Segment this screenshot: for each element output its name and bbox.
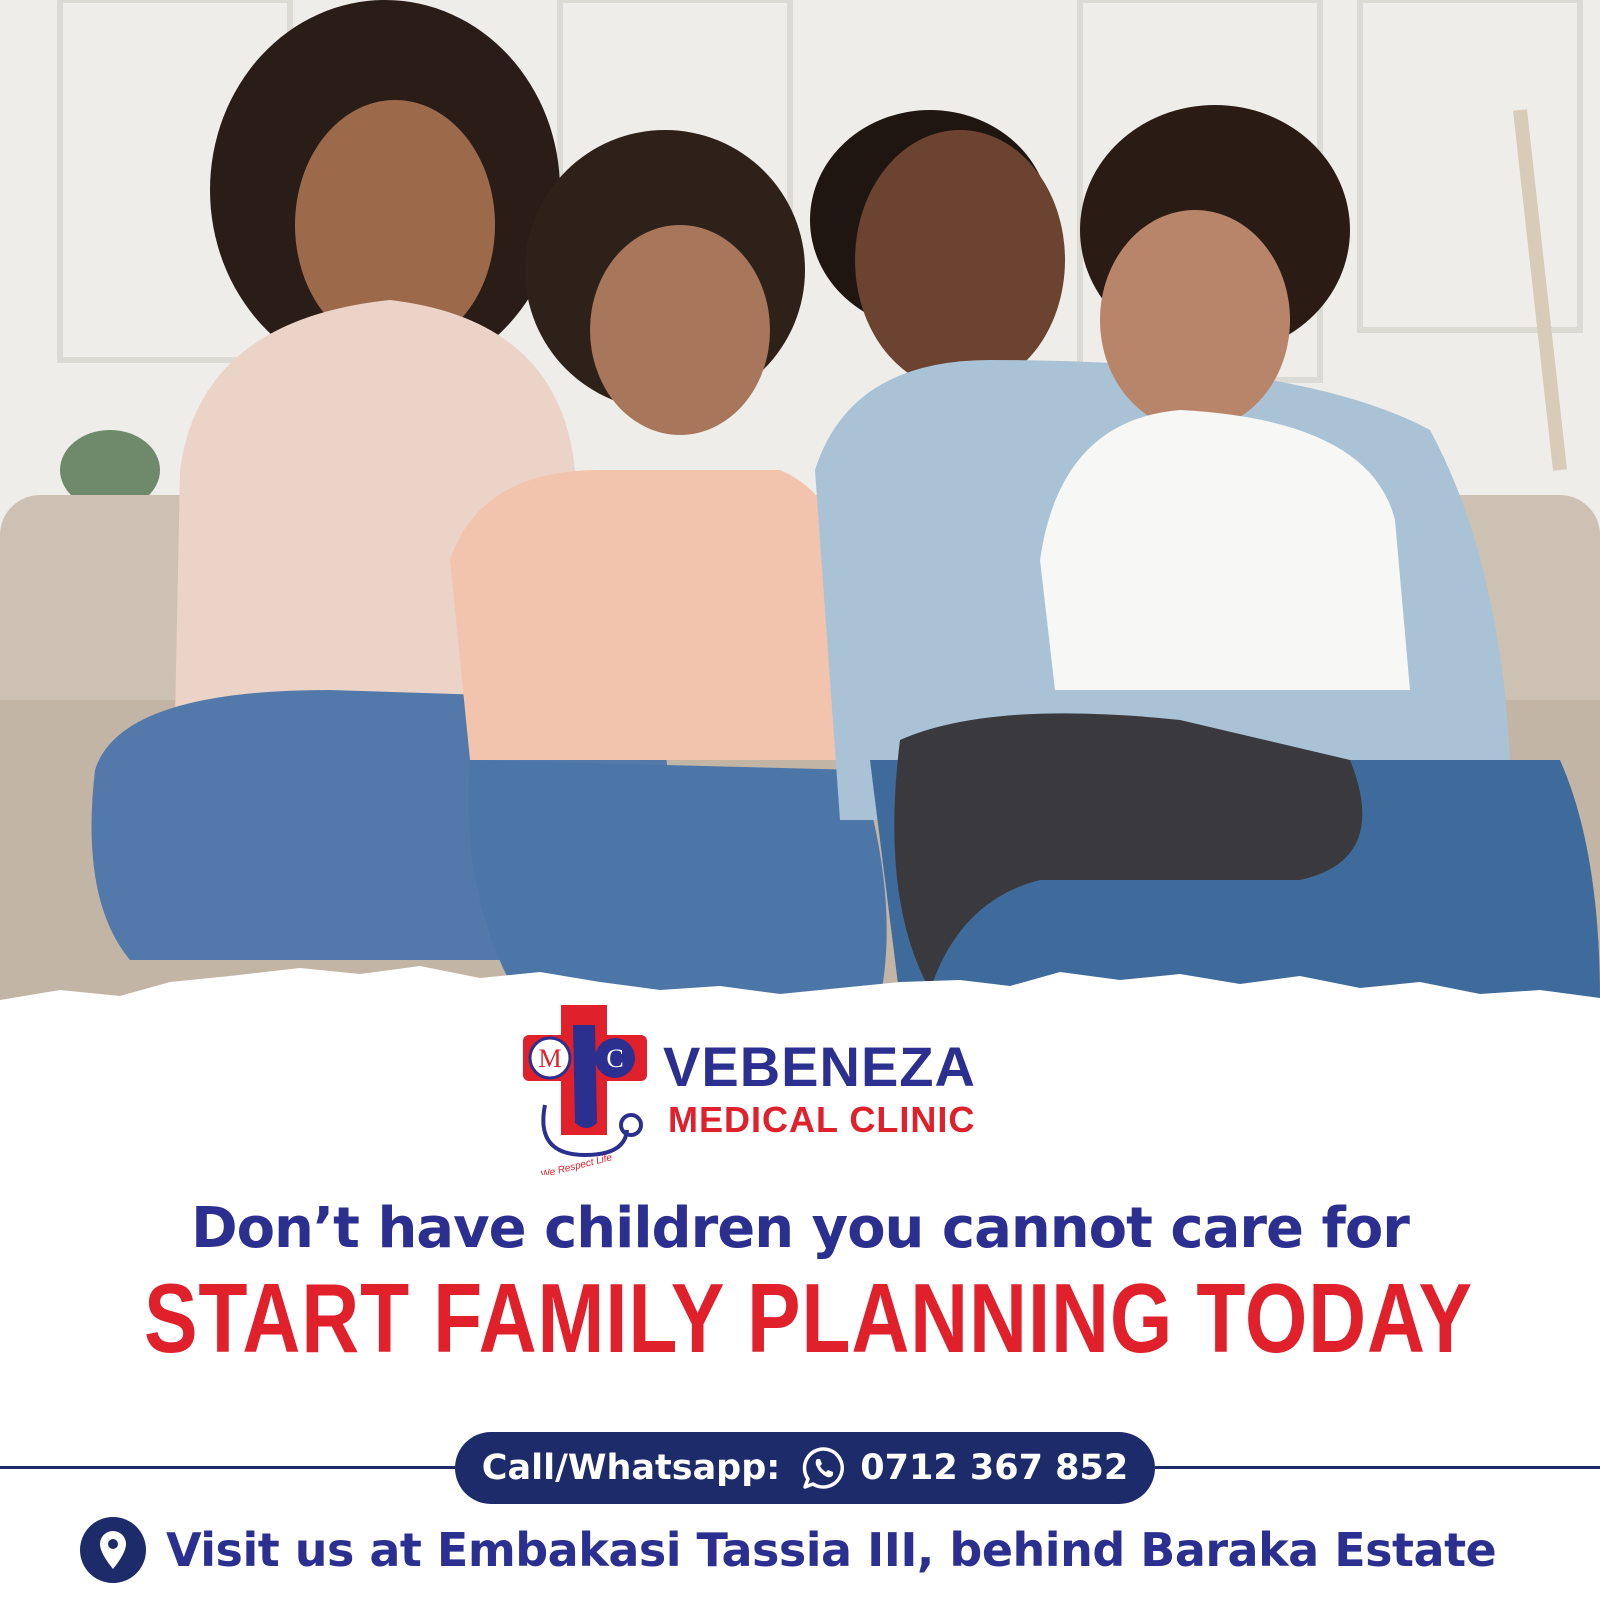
- contact-label: Call/Whatsapp:: [481, 1448, 781, 1488]
- poster: M C We Respect Life VEBENEZA MEDICAL CLI…: [0, 0, 1600, 1600]
- divider-right: [1155, 1466, 1600, 1469]
- headline-line-2: START FAMILY PLANNING TODAY: [144, 1263, 1473, 1373]
- contact-phone[interactable]: 0712 367 852: [860, 1448, 1128, 1488]
- family-photo: [0, 0, 1600, 1040]
- clinic-name: VEBENEZA: [663, 1035, 976, 1098]
- headline-line-1: Don’t have children you cannot care for: [191, 1196, 1410, 1261]
- logo-letter-c: C: [606, 1044, 623, 1073]
- address-line: Visit us at Embakasi Tassia III, behind …: [80, 1515, 1497, 1585]
- divider-left: [0, 1466, 455, 1469]
- clinic-logo: M C We Respect Life VEBENEZA MEDICAL CLI…: [515, 1005, 1055, 1175]
- logo-letter-m: M: [538, 1044, 561, 1073]
- clinic-logo-icon: M C We Respect Life: [523, 1005, 647, 1175]
- whatsapp-icon: [800, 1444, 848, 1492]
- contact-pill[interactable]: Call/Whatsapp: 0712 367 852: [455, 1432, 1155, 1504]
- address-text: Visit us at Embakasi Tassia III, behind …: [166, 1523, 1497, 1577]
- location-pin-icon: [80, 1517, 146, 1583]
- clinic-subtitle: MEDICAL CLINIC: [668, 1099, 976, 1140]
